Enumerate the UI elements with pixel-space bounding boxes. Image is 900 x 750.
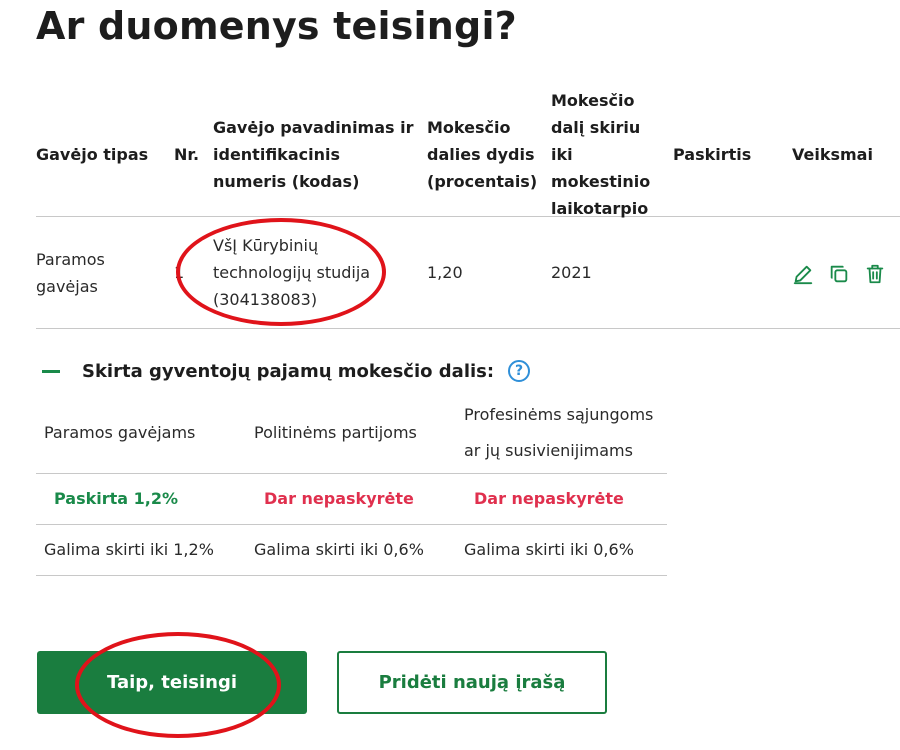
status-not-assigned: Dar nepaskyrėte — [264, 489, 414, 508]
edit-icon[interactable] — [792, 263, 814, 285]
table-row: Paramos gavėjas 1 VšĮ Kūrybinių technolo… — [36, 217, 900, 329]
status-assigned: Paskirta 1,2% — [54, 489, 179, 508]
table-header: Gavėjo tipas Nr. Gavėjo pavadinimas ir i… — [36, 90, 900, 218]
header-recipient-type: Gavėjo tipas — [36, 144, 149, 164]
summary-header-trade-unions: Profesinėms sąjungoms ar jų susivienijim… — [464, 405, 654, 460]
summary-section-header: Skirta gyventojų pajamų mokesčio dalis: … — [42, 356, 531, 386]
header-tax-period: Mokesčio dalį skiriu iki mokestinio laik… — [551, 90, 651, 218]
add-new-entry-button[interactable]: Pridėti naują įrašą — [337, 651, 607, 714]
summary-status-row: Paskirta 1,2% Dar nepaskyrėte Dar nepask… — [36, 474, 667, 525]
cell-recipient-name: VšĮ Kūrybinių technologijų studija (3041… — [213, 236, 371, 309]
header-purpose: Paskirtis — [673, 144, 752, 164]
limit-trade-unions: Galima skirti iki 0,6% — [464, 540, 634, 559]
header-recipient-name: Gavėjo pavadinimas ir identifikacinis nu… — [213, 117, 414, 191]
copy-icon[interactable] — [828, 263, 850, 285]
cell-actions — [792, 217, 892, 328]
summary-limit-row: Galima skirti iki 1,2% Galima skirti iki… — [36, 525, 667, 576]
collapse-icon[interactable] — [42, 361, 62, 381]
page-title: Ar duomenys teisingi? — [36, 4, 517, 48]
confirm-button[interactable]: Taip, teisingi — [37, 651, 307, 714]
summary-header-support-recipients: Paramos gavėjams — [44, 423, 196, 442]
tax-share-summary-table: Paramos gavėjams Politinėms partijoms Pr… — [36, 393, 667, 576]
cell-number: 1 — [174, 263, 185, 282]
header-actions: Veiksmai — [792, 144, 873, 164]
limit-political-parties: Galima skirti iki 0,6% — [254, 540, 424, 559]
recipients-table: Gavėjo tipas Nr. Gavėjo pavadinimas ir i… — [36, 90, 900, 329]
cell-tax-period: 2021 — [551, 263, 592, 282]
cell-tax-share-size: 1,20 — [427, 263, 463, 282]
help-icon[interactable]: ? — [508, 360, 531, 382]
cell-recipient-type: Paramos gavėjas — [36, 249, 105, 296]
header-tax-share-size: Mokesčio dalies dydis (procentais) — [427, 117, 538, 191]
cell-purpose — [673, 217, 783, 328]
summary-header-political-parties: Politinėms partijoms — [254, 423, 417, 442]
summary-title: Skirta gyventojų pajamų mokesčio dalis: — [82, 360, 495, 382]
header-number: Nr. — [174, 144, 200, 164]
delete-icon[interactable] — [864, 263, 886, 285]
status-not-assigned: Dar nepaskyrėte — [474, 489, 624, 508]
limit-support-recipients: Galima skirti iki 1,2% — [44, 540, 214, 559]
summary-header-row: Paramos gavėjams Politinėms partijoms Pr… — [36, 393, 667, 474]
